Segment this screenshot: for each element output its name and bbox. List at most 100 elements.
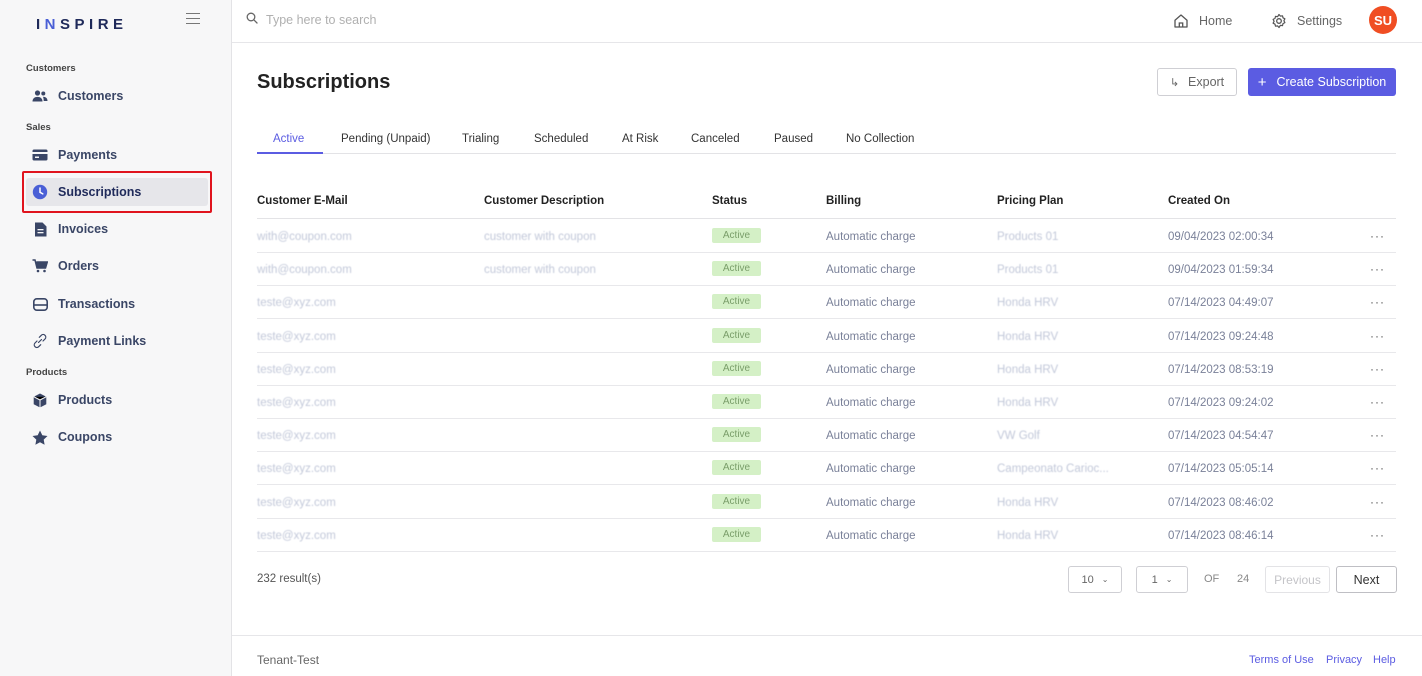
help-link[interactable]: Help xyxy=(1373,654,1396,666)
status-badge: Active xyxy=(712,261,761,277)
row-actions-menu-icon[interactable]: ··· xyxy=(1370,495,1385,509)
row-actions-menu-icon[interactable]: ··· xyxy=(1370,395,1385,409)
section-label-products: Products xyxy=(26,367,68,378)
cell-email: teste@xyz.com xyxy=(257,297,336,310)
terms-link[interactable]: Terms of Use xyxy=(1249,654,1314,666)
gear-icon xyxy=(1272,13,1286,29)
export-button[interactable]: ↳ Export xyxy=(1157,68,1237,96)
status-badge: Active xyxy=(712,493,761,509)
row-actions-menu-icon[interactable]: ··· xyxy=(1370,528,1385,542)
search-bar[interactable] xyxy=(246,12,566,27)
table-row[interactable]: teste@xyz.com Active Automatic charge Honda… xyxy=(257,286,1396,320)
cell-created-on: 07/14/2023 04:54:47 xyxy=(1168,430,1274,443)
tab-pending-unpaid[interactable]: Pending (Unpaid) xyxy=(341,133,431,145)
cell-created-on: 09/04/2023 01:59:34 xyxy=(1168,264,1274,277)
sidebar-item-orders[interactable]: Orders xyxy=(26,252,208,280)
tab-canceled[interactable]: Canceled xyxy=(691,133,740,145)
cell-pricing-plan: Honda HRV xyxy=(997,496,1059,509)
create-subscription-button[interactable]: + Create Subscription xyxy=(1248,68,1396,96)
table-row[interactable]: teste@xyz.com Active Automatic charge Honda… xyxy=(257,519,1396,552)
hamburger-menu-icon[interactable] xyxy=(186,13,200,27)
tab-trialing[interactable]: Trialing xyxy=(462,133,499,145)
cell-billing: Automatic charge xyxy=(826,264,916,277)
page-title: Subscriptions xyxy=(257,71,391,93)
section-label-sales: Sales xyxy=(26,122,51,133)
column-header-pricing-plan[interactable]: Pricing Plan xyxy=(997,195,1063,207)
sidebar-item-payment-links[interactable]: Payment Links xyxy=(26,327,208,355)
cell-billing: Automatic charge xyxy=(826,363,916,376)
tab-no-collection[interactable]: No Collection xyxy=(846,133,914,145)
column-header-created-on[interactable]: Created On xyxy=(1168,195,1230,207)
status-badge: Active xyxy=(712,327,761,343)
row-actions-menu-icon[interactable]: ··· xyxy=(1370,329,1385,343)
sidebar-item-transactions[interactable]: Transactions xyxy=(26,290,208,318)
page-number-value: 1 xyxy=(1151,573,1158,586)
row-actions-menu-icon[interactable]: ··· xyxy=(1370,295,1385,309)
row-actions-menu-icon[interactable]: ··· xyxy=(1370,362,1385,376)
settings-link[interactable]: Settings xyxy=(1271,13,1342,29)
row-actions-menu-icon[interactable]: ··· xyxy=(1370,461,1385,475)
sidebar-item-payments[interactable]: Payments xyxy=(26,141,208,169)
results-count: 232 result(s) xyxy=(257,573,321,585)
table-row[interactable]: teste@xyz.com Active Automatic charge Honda… xyxy=(257,486,1396,519)
previous-button[interactable]: Previous xyxy=(1265,566,1330,593)
sidebar-item-coupons[interactable]: Coupons xyxy=(26,423,208,451)
table-row[interactable]: with@coupon.com customer with coupon Activ… xyxy=(257,220,1396,253)
logo-letter-i: I xyxy=(36,16,45,33)
column-header-email[interactable]: Customer E-Mail xyxy=(257,195,348,207)
row-actions-menu-icon[interactable]: ··· xyxy=(1370,229,1385,243)
cell-email: teste@xyz.com xyxy=(257,529,336,542)
cell-email: with@coupon.com xyxy=(257,264,352,277)
tab-paused[interactable]: Paused xyxy=(774,133,813,145)
cell-billing: Automatic charge xyxy=(826,330,916,343)
sidebar-item-customers[interactable]: Customers xyxy=(26,82,208,110)
sidebar-item-products[interactable]: Products xyxy=(26,386,208,414)
cell-billing: Automatic charge xyxy=(826,231,916,243)
next-button[interactable]: Next xyxy=(1336,566,1397,593)
row-actions-menu-icon[interactable]: ··· xyxy=(1370,428,1385,442)
column-header-status[interactable]: Status xyxy=(712,195,747,207)
cell-billing: Automatic charge xyxy=(826,297,916,310)
cell-pricing-plan: Honda HRV xyxy=(997,397,1059,409)
status-badge: Active xyxy=(712,294,761,310)
cell-pricing-plan: Honda HRV xyxy=(997,330,1059,343)
user-avatar[interactable]: SU xyxy=(1369,6,1397,34)
search-input[interactable] xyxy=(266,12,566,27)
cell-email: teste@xyz.com xyxy=(257,363,336,376)
logo-letters-spire: SPIRE xyxy=(60,16,128,33)
tab-scheduled[interactable]: Scheduled xyxy=(534,133,588,145)
privacy-link[interactable]: Privacy xyxy=(1326,654,1362,666)
link-icon xyxy=(32,333,48,349)
row-actions-menu-icon[interactable]: ··· xyxy=(1370,262,1385,276)
cell-created-on: 07/14/2023 04:49:07 xyxy=(1168,297,1274,310)
export-arrow-icon: ↳ xyxy=(1169,76,1180,89)
table-row[interactable]: teste@xyz.com Active Automatic charge VW Go… xyxy=(257,419,1396,453)
sidebar-item-subscriptions[interactable]: Subscriptions xyxy=(26,178,208,206)
table-row[interactable]: teste@xyz.com Active Automatic charge Honda… xyxy=(257,386,1396,419)
of-label: OF xyxy=(1204,573,1220,585)
clock-icon xyxy=(32,184,48,200)
table-row[interactable]: with@coupon.com customer with coupon Activ… xyxy=(257,253,1396,287)
column-header-description[interactable]: Customer Description xyxy=(484,195,604,207)
cell-billing: Automatic charge xyxy=(826,529,916,542)
column-header-billing[interactable]: Billing xyxy=(826,195,861,207)
brand-logo[interactable]: INSPIRE xyxy=(36,16,128,33)
sidebar-item-invoices[interactable]: Invoices xyxy=(26,215,208,243)
tab-active[interactable]: Active xyxy=(273,133,304,145)
table-row[interactable]: teste@xyz.com Active Automatic charge Honda… xyxy=(257,320,1396,353)
table-row[interactable]: teste@xyz.com Active Automatic charge Campe… xyxy=(257,452,1396,486)
cell-email: with@coupon.com xyxy=(257,231,352,243)
table-row[interactable]: teste@xyz.com Active Automatic charge Honda… xyxy=(257,353,1396,386)
home-link[interactable]: Home xyxy=(1173,13,1232,29)
page-size-select[interactable]: 10 ⌄ xyxy=(1068,566,1122,593)
credit-card-icon xyxy=(32,147,48,163)
status-badge: Active xyxy=(712,228,761,243)
tab-at-risk[interactable]: At Risk xyxy=(622,133,658,145)
page-number-select[interactable]: 1 ⌄ xyxy=(1136,566,1188,593)
top-header: Home Settings SU xyxy=(232,0,1422,43)
sidebar-item-label: Orders xyxy=(58,259,99,273)
cell-created-on: 07/14/2023 05:05:14 xyxy=(1168,463,1274,476)
sidebar-item-label: Products xyxy=(58,393,113,407)
export-label: Export xyxy=(1188,75,1225,89)
cell-pricing-plan: Honda HRV xyxy=(997,297,1059,310)
